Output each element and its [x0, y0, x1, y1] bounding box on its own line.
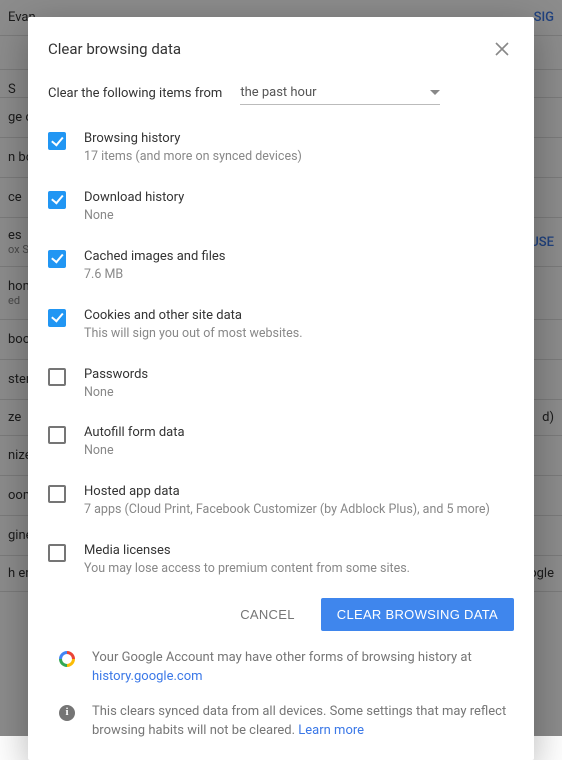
item-sub: None: [84, 443, 514, 460]
item-title: Passwords: [84, 367, 514, 382]
item-sub: 7 apps (Cloud Print, Facebook Customizer…: [84, 502, 514, 519]
close-button[interactable]: [490, 37, 514, 61]
item-cookies: Cookies and other site data This will si…: [48, 298, 514, 357]
synced-data-note: i This clears synced data from all devic…: [28, 691, 534, 745]
clear-browsing-data-dialog: Clear browsing data Clear the following …: [28, 17, 534, 760]
checkbox-browsing-history[interactable]: [48, 132, 66, 150]
item-browsing-history: Browsing history 17 items (and more on s…: [48, 121, 514, 180]
item-cached-images: Cached images and files 7.6 MB: [48, 239, 514, 298]
item-download-history: Download history None: [48, 180, 514, 239]
item-sub: 17 items (and more on synced devices): [84, 149, 514, 166]
checkbox-cookies[interactable]: [48, 309, 66, 327]
checkbox-download-history[interactable]: [48, 191, 66, 209]
clear-data-checklist: Browsing history 17 items (and more on s…: [28, 121, 534, 592]
checkbox-autofill[interactable]: [48, 426, 66, 444]
item-title: Autofill form data: [84, 425, 514, 440]
checkbox-cached-images[interactable]: [48, 250, 66, 268]
item-title: Media licenses: [84, 543, 514, 558]
item-sub: 7.6 MB: [84, 267, 514, 284]
item-passwords: Passwords None: [48, 357, 514, 416]
time-range-label: Clear the following items from: [48, 86, 222, 101]
item-title: Cookies and other site data: [84, 308, 514, 323]
google-account-history-note: Your Google Account may have other forms…: [28, 637, 534, 691]
dialog-title: Clear browsing data: [48, 40, 181, 58]
cancel-button[interactable]: CANCEL: [224, 598, 311, 631]
item-media-licenses: Media licenses You may lose access to pr…: [48, 533, 514, 592]
item-title: Hosted app data: [84, 484, 514, 499]
item-sub: This will sign you out of most websites.: [84, 326, 514, 343]
google-logo-icon: [58, 650, 76, 668]
item-hosted-app-data: Hosted app data 7 apps (Cloud Print, Fac…: [48, 474, 514, 533]
checkbox-hosted-app-data[interactable]: [48, 485, 66, 503]
item-sub: None: [84, 385, 514, 402]
item-title: Cached images and files: [84, 249, 514, 264]
learn-more-link[interactable]: Learn more: [298, 723, 364, 738]
time-range-select[interactable]: the past hour: [240, 81, 440, 105]
checkbox-passwords[interactable]: [48, 368, 66, 386]
close-icon: [495, 42, 509, 56]
item-sub: You may lose access to premium content f…: [84, 561, 514, 578]
history-google-link[interactable]: history.google.com: [92, 669, 203, 684]
item-title: Browsing history: [84, 131, 514, 146]
item-title: Download history: [84, 190, 514, 205]
item-autofill: Autofill form data None: [48, 415, 514, 474]
info-icon: i: [58, 704, 76, 722]
clear-browsing-data-button[interactable]: CLEAR BROWSING DATA: [321, 598, 514, 631]
item-sub: None: [84, 208, 514, 225]
time-range-value: the past hour: [240, 85, 316, 100]
checkbox-media-licenses[interactable]: [48, 544, 66, 562]
chevron-down-icon: [430, 85, 440, 100]
